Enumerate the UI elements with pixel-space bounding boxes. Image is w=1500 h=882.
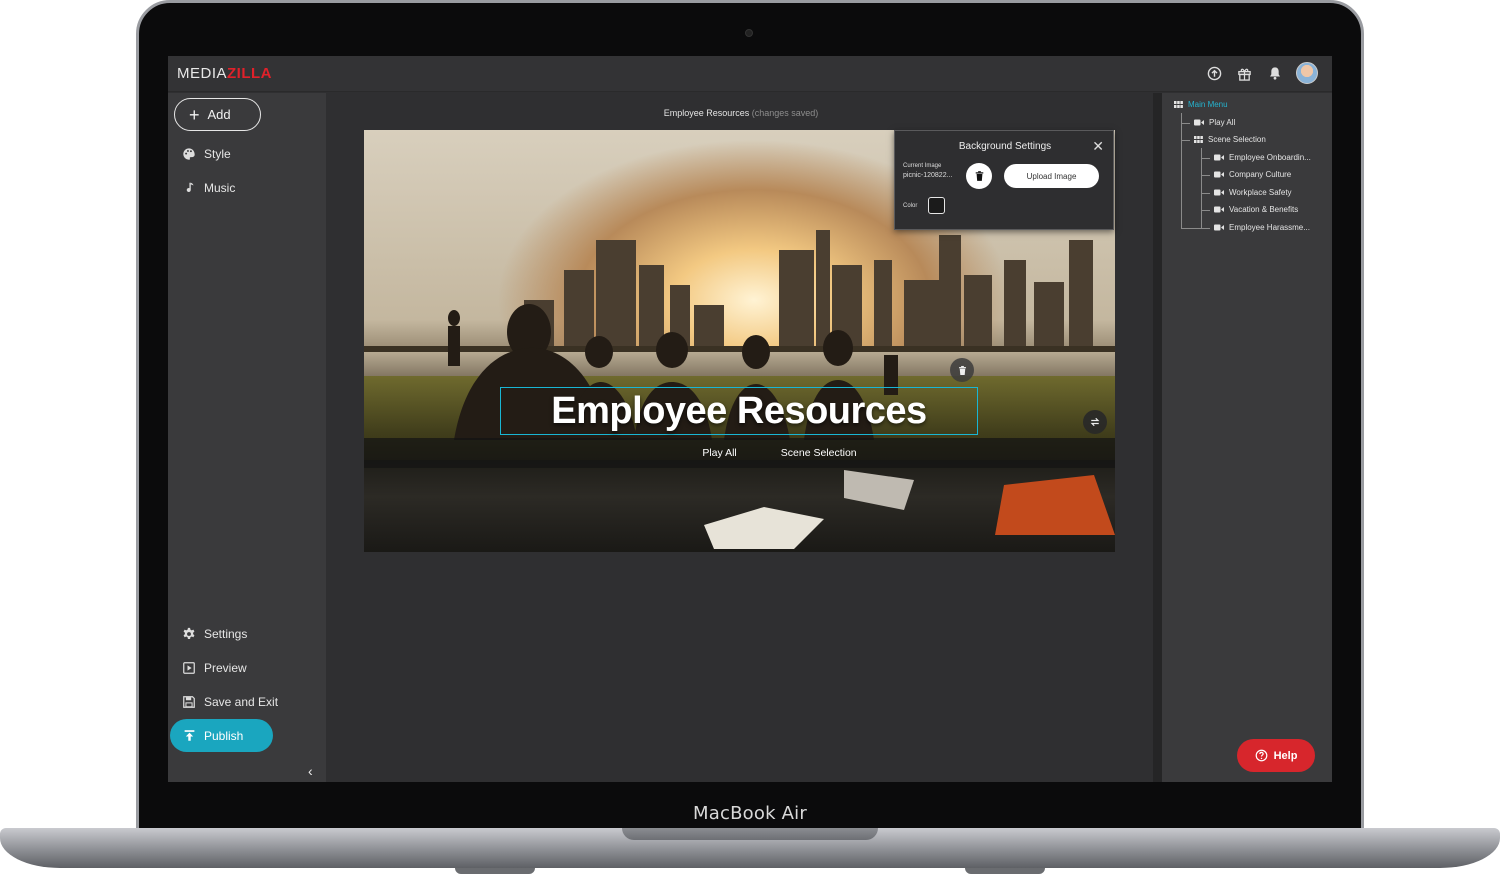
canvas-title: Employee Resources (changes saved) <box>326 108 1156 118</box>
close-icon[interactable]: ✕ <box>1092 139 1104 153</box>
background-settings-panel: Background Settings ✕ Current Image picn… <box>894 130 1114 230</box>
laptop-notch <box>622 828 878 840</box>
tree-item-scene[interactable]: Vacation & Benefits <box>1214 205 1298 214</box>
menu-button-play-all[interactable]: Play All <box>702 447 736 459</box>
app-logo[interactable]: MEDIAZILLA <box>177 65 272 82</box>
tree-item-scene-selection[interactable]: Scene Selection <box>1194 135 1266 144</box>
publish-button-label: Publish <box>204 728 244 743</box>
left-sidebar: + Add Style Music Settings Preview Save … <box>168 93 326 782</box>
tree-connector <box>1181 113 1182 228</box>
panel-divider <box>1153 93 1162 782</box>
sidebar-item-settings[interactable]: Settings <box>182 623 247 645</box>
tree-connector <box>1201 148 1202 228</box>
bell-icon[interactable] <box>1266 65 1283 82</box>
color-swatch[interactable] <box>928 197 945 214</box>
top-icons <box>1206 62 1318 84</box>
gear-icon <box>183 627 195 639</box>
plus-icon: + <box>189 104 200 125</box>
logo-text-zilla: ZILLA <box>227 65 273 82</box>
scene-tree-panel: Main Menu Play All Scene Selection Emplo… <box>1162 93 1332 782</box>
menu-button-strip: Play All Scene Selection <box>364 438 1115 468</box>
video-camera-icon <box>1214 189 1224 196</box>
tree-item-scene[interactable]: Workplace Safety <box>1214 188 1292 197</box>
color-label: Color <box>903 203 918 209</box>
play-square-icon <box>183 662 195 674</box>
sidebar-item-label: Preview <box>204 661 247 675</box>
question-circle-icon <box>1255 749 1267 762</box>
tree-connector <box>1201 158 1210 159</box>
palette-icon <box>183 148 195 160</box>
logo-text-media: MEDIA <box>177 65 228 82</box>
sidebar-item-label: Settings <box>204 627 248 641</box>
add-button[interactable]: + Add <box>174 98 261 131</box>
tree-item-label: Main Menu <box>1188 100 1228 109</box>
avatar[interactable] <box>1296 62 1318 84</box>
publish-button[interactable]: Publish <box>170 719 273 752</box>
sidebar-item-style[interactable]: Style <box>182 143 231 165</box>
upload-circle-icon[interactable] <box>1206 65 1223 82</box>
save-status: (changes saved) <box>751 108 819 118</box>
tree-item-scene[interactable]: Company Culture <box>1214 170 1291 179</box>
menu-title-textbox[interactable]: Employee Resources <box>500 387 978 435</box>
laptop-foot <box>965 868 1045 874</box>
floppy-disk-icon <box>183 696 195 708</box>
laptop-foot <box>455 868 535 874</box>
sidebar-item-save-exit[interactable]: Save and Exit <box>182 691 278 713</box>
tree-item-label: Scene Selection <box>1208 135 1266 144</box>
trash-icon <box>975 171 983 181</box>
tree-item-main-menu[interactable]: Main Menu <box>1174 100 1228 109</box>
tree-item-play-all[interactable]: Play All <box>1194 118 1235 127</box>
swap-arrows-icon[interactable] <box>1083 410 1107 434</box>
tree-item-label: Company Culture <box>1229 170 1292 179</box>
video-camera-icon <box>1214 154 1224 161</box>
tree-connector <box>1181 140 1190 141</box>
collapse-sidebar-icon[interactable]: ‹ <box>308 763 313 779</box>
tree-item-label: Play All <box>1209 118 1236 127</box>
tree-connector <box>1201 175 1210 176</box>
tree-item-label: Employee Onboardin... <box>1229 153 1311 162</box>
project-title: Employee Resources <box>663 108 750 118</box>
sidebar-item-preview[interactable]: Preview <box>182 657 247 679</box>
tree-connector <box>1201 193 1210 194</box>
video-camera-icon <box>1194 119 1204 126</box>
app-screen: MEDIAZILLA + Add Style Music Settings Pr… <box>168 56 1332 782</box>
current-image-filename: picnic-120822... <box>903 172 953 179</box>
sidebar-item-label: Music <box>204 181 236 195</box>
trash-icon[interactable] <box>950 358 974 382</box>
camera-icon <box>745 29 753 37</box>
sidebar-item-label: Style <box>204 147 231 161</box>
tree-connector <box>1181 228 1210 229</box>
menu-title: Employee Resources <box>551 389 927 432</box>
gift-icon[interactable] <box>1236 65 1253 82</box>
help-button-label: Help <box>1273 749 1298 762</box>
tree-item-scene[interactable]: Employee Onboardin... <box>1214 153 1311 162</box>
video-camera-icon <box>1214 171 1224 178</box>
tree-item-label: Workplace Safety <box>1229 188 1292 197</box>
delete-image-button[interactable] <box>966 163 992 189</box>
panel-title: Background Settings <box>958 141 1052 152</box>
top-bar: MEDIAZILLA <box>168 56 1332 92</box>
menu-button-scene-selection[interactable]: Scene Selection <box>781 447 857 459</box>
tree-item-label: Vacation & Benefits <box>1229 205 1299 214</box>
grid-icon <box>1194 136 1203 143</box>
tree-item-label: Employee Harassme... <box>1229 223 1310 232</box>
tree-item-scene[interactable]: Employee Harassme... <box>1214 223 1310 232</box>
music-note-icon <box>186 182 194 192</box>
help-button[interactable]: Help <box>1237 739 1315 772</box>
grid-icon <box>1174 101 1183 108</box>
current-image-label: Current Image <box>903 163 942 169</box>
sidebar-item-music[interactable]: Music <box>182 177 235 199</box>
video-camera-icon <box>1214 206 1224 213</box>
video-camera-icon <box>1214 224 1224 231</box>
upload-image-button[interactable]: Upload Image <box>1004 164 1099 188</box>
publish-upload-icon <box>184 730 195 741</box>
device-label: MacBook Air <box>693 803 807 824</box>
tree-connector <box>1201 210 1210 211</box>
sidebar-item-label: Save and Exit <box>204 695 279 709</box>
add-button-label: Add <box>207 107 231 122</box>
tree-connector <box>1181 123 1190 124</box>
